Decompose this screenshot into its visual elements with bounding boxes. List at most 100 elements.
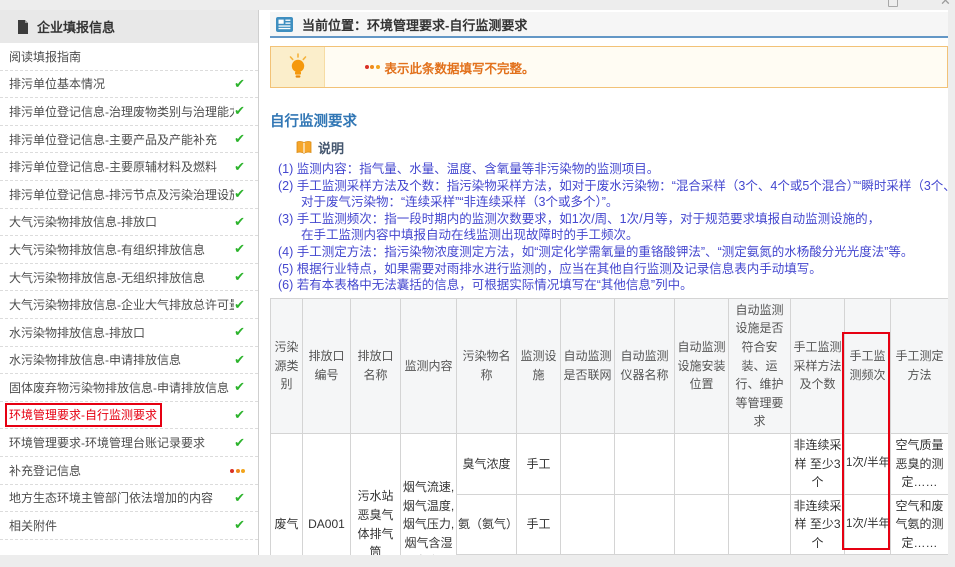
sidebar-item-label: 排污单位登记信息-治理废物类别与治理能力 xyxy=(9,104,235,119)
cell-net xyxy=(560,493,615,555)
maximize-icon[interactable] xyxy=(888,0,898,7)
cell-location xyxy=(674,493,729,555)
cell-frequency: 1次/半年 xyxy=(844,493,891,555)
column-header: 手工测定方法 xyxy=(890,297,948,434)
monitoring-table-wrap: 污染源类别 排放口编号 排放口名称 监测内容 污染物名称 监测设施 自动监测是否联网 自动监测… xyxy=(270,297,948,555)
check-icon: ✔ xyxy=(234,489,245,505)
check-icon: ✔ xyxy=(234,241,245,257)
incomplete-dots-icon xyxy=(363,59,380,73)
book-icon xyxy=(296,141,312,154)
cell-pollutant: 氨（氨气） xyxy=(456,493,518,555)
sidebar-item[interactable]: 环境管理要求-自行监测要求 ✔ xyxy=(0,402,258,430)
cell-frequency: 1次/半年 xyxy=(844,432,891,495)
table-row: 废气DA001污水站恶臭气体排气筒烟气流速,烟气温度,烟气压力,烟气含湿量,烟气… xyxy=(270,432,948,555)
instructions-label: 说明 xyxy=(296,138,948,157)
column-header: 排放口名称 xyxy=(350,297,401,434)
sidebar-header: 企业填报信息 xyxy=(0,10,258,43)
cell-sampling: 非连续采样 至少3个 xyxy=(790,432,845,495)
sidebar-item[interactable]: 排污单位登记信息-主要产品及产能补充 ✔ xyxy=(0,126,258,154)
sidebar-item[interactable]: 水污染物排放信息-排放口 ✔ xyxy=(0,319,258,347)
monitoring-table: 污染源类别 排放口编号 排放口名称 监测内容 污染物名称 监测设施 自动监测是否联网 自动监测… xyxy=(270,297,948,555)
check-icon: ✔ xyxy=(234,296,245,312)
sidebar-item-label: 排污单位登记信息-主要原辅材料及燃料 xyxy=(9,160,217,175)
content-area: 企业填报信息 阅读填报指南 排污单位基本情况 ✔ 排污单位登记信息-治理废物类别与治理… xyxy=(0,10,948,555)
check-icon: ✔ xyxy=(234,213,245,229)
sidebar-item-label: 大气污染物排放信息-排放口 xyxy=(9,215,157,230)
check-icon: ✔ xyxy=(234,186,245,202)
check-icon: ✔ xyxy=(234,517,245,533)
cell-monitor-content: 烟气流速,烟气温度,烟气压力,烟气含湿量,烟气量 xyxy=(400,432,457,555)
document-icon xyxy=(18,19,28,34)
sidebar-item[interactable]: 补充登记信息 xyxy=(0,457,258,485)
incomplete-notice: 表示此条数据填写不完整。 xyxy=(270,46,948,88)
instruction-line: 在手工监测内容中填报自动在线监测出现故障时的手工频次。 xyxy=(301,228,639,243)
column-header: 自动监测是否联网 xyxy=(560,297,615,434)
sidebar-item[interactable]: 排污单位登记信息-主要原辅材料及燃料 ✔ xyxy=(0,153,258,181)
sidebar-item-label: 水污染物排放信息-申请排放信息 xyxy=(9,353,181,368)
sidebar-item[interactable]: 大气污染物排放信息-企业大气排放总许可量 ✔ xyxy=(0,291,258,319)
instructions-list: (1) 监测内容：指气量、水量、温度、含氧量等非污染物的监测项目。 (2) 手工监… xyxy=(270,161,948,294)
cell-source-type: 废气 xyxy=(270,432,303,555)
news-icon xyxy=(276,16,293,32)
sidebar-item[interactable]: 大气污染物排放信息-无组织排放信息 ✔ xyxy=(0,264,258,292)
column-header: 手工监测频次 xyxy=(844,297,891,434)
sidebar-item[interactable]: 固体废弃物污染物排放信息-申请排放信息 ✔ xyxy=(0,374,258,402)
column-header: 自动监测仪器名称 xyxy=(614,297,675,434)
instruction-line: (2) 手工监测采样方法及个数：指污染物采样方法，如对于废水污染物：“混合采样（… xyxy=(278,178,948,193)
sidebar-item[interactable]: 水污染物排放信息-申请排放信息 ✔ xyxy=(0,347,258,375)
column-header: 自动监测设施安装位置 xyxy=(674,297,729,434)
breadcrumb: 当前位置：环境管理要求-自行监测要求 xyxy=(270,12,948,38)
cell-outlet-code: DA001 xyxy=(302,432,351,555)
sidebar-item[interactable]: 排污单位登记信息-排污节点及污染治理设施 ✔ xyxy=(0,181,258,209)
column-header: 监测内容 xyxy=(400,297,457,434)
cell-compliance xyxy=(728,493,791,555)
instruction-line: (5) 根据行业特点，如果需要对雨排水进行监测的，应当在其他自行监测及记录信息表… xyxy=(278,261,822,276)
column-header: 手工监测采样方法及个数 xyxy=(790,297,845,434)
sidebar-title: 企业填报信息 xyxy=(37,20,116,35)
check-icon: ✔ xyxy=(234,324,245,340)
check-icon: ✔ xyxy=(234,131,245,147)
check-icon: ✔ xyxy=(234,75,245,91)
app-screen: ✕ 企业填报信息 阅读填报指南 排污单位基本情况 ✔ 排污单位登记信息-治理废物类别与… xyxy=(0,0,955,567)
sidebar-item[interactable]: 环境管理要求-环境管理台账记录要求 ✔ xyxy=(0,429,258,457)
sidebar-item-label: 排污单位基本情况 xyxy=(9,77,106,92)
sidebar-item-label: 补充登记信息 xyxy=(9,463,82,478)
check-icon: ✔ xyxy=(234,103,245,119)
sidebar-item[interactable]: 相关附件 ✔ xyxy=(0,512,258,540)
sidebar-item-label: 排污单位登记信息-主要产品及产能补充 xyxy=(9,132,217,147)
sidebar-item[interactable]: 地方生态环境主管部门依法增加的内容 ✔ xyxy=(0,485,258,513)
cell-outlet-name: 污水站恶臭气体排气筒 xyxy=(350,432,401,555)
check-icon: ✔ xyxy=(234,379,245,395)
sidebar-item[interactable]: 大气污染物排放信息-排放口 ✔ xyxy=(0,209,258,237)
instruction-line: 对于废气污染物：“连续采样”“非连续采样（3个或多个）”。 xyxy=(301,195,619,210)
section-title: 自行监测要求 xyxy=(270,114,357,130)
sidebar-item[interactable]: 排污单位基本情况 ✔ xyxy=(0,71,258,99)
instruction-line: (1) 监测内容：指气量、水量、温度、含氧量等非污染物的监测项目。 xyxy=(278,162,660,176)
breadcrumb-text: 当前位置：环境管理要求-自行监测要求 xyxy=(302,17,528,33)
cell-method: 空气质量恶臭的测定…… xyxy=(890,432,948,495)
sidebar-item-label: 固体废弃物污染物排放信息-申请排放信息 xyxy=(9,380,229,395)
check-icon: ✔ xyxy=(234,351,245,367)
sidebar-item[interactable]: 阅读填报指南 xyxy=(0,43,258,71)
sidebar-items: 阅读填报指南 排污单位基本情况 ✔ 排污单位登记信息-治理废物类别与治理能力 ✔ 排污单位… xyxy=(0,43,258,540)
incomplete-dots-icon xyxy=(229,463,245,477)
instruction-line: (6) 若有本表格中无法囊括的信息，可根据实际情况填写在“其他信息”列中。 xyxy=(278,278,693,293)
column-header: 污染物名称 xyxy=(456,297,517,434)
main-panel: 当前位置：环境管理要求-自行监测要求 表示此条数据填写不完整。 自行监测要求 说… xyxy=(270,10,948,555)
instruction-line: (3) 手工监测频次：指一段时期内的监测次数要求，如1次/周、1次/月等，对于规… xyxy=(278,211,881,226)
sidebar-item-label: 大气污染物排放信息-无组织排放信息 xyxy=(9,270,205,285)
column-header: 污染源类别 xyxy=(270,297,303,434)
sidebar: 企业填报信息 阅读填报指南 排污单位基本情况 ✔ 排污单位登记信息-治理废物类别与治理… xyxy=(0,10,259,555)
sidebar-item-label: 大气污染物排放信息-企业大气排放总许可量 xyxy=(9,298,235,313)
sidebar-item[interactable]: 排污单位登记信息-治理废物类别与治理能力 ✔ xyxy=(0,98,258,126)
sidebar-item[interactable]: 大气污染物排放信息-有组织排放信息 ✔ xyxy=(0,236,258,264)
close-icon[interactable]: ✕ xyxy=(940,0,951,9)
cell-facility: 手工 xyxy=(516,493,561,555)
check-icon: ✔ xyxy=(234,158,245,174)
cell-method: 空气和废气氨的测定…… xyxy=(890,493,948,555)
check-icon: ✔ xyxy=(234,407,245,423)
sidebar-item-label: 水污染物排放信息-排放口 xyxy=(9,325,145,340)
cell-instrument xyxy=(614,493,675,555)
check-icon: ✔ xyxy=(234,434,245,450)
cell-net xyxy=(560,432,615,495)
